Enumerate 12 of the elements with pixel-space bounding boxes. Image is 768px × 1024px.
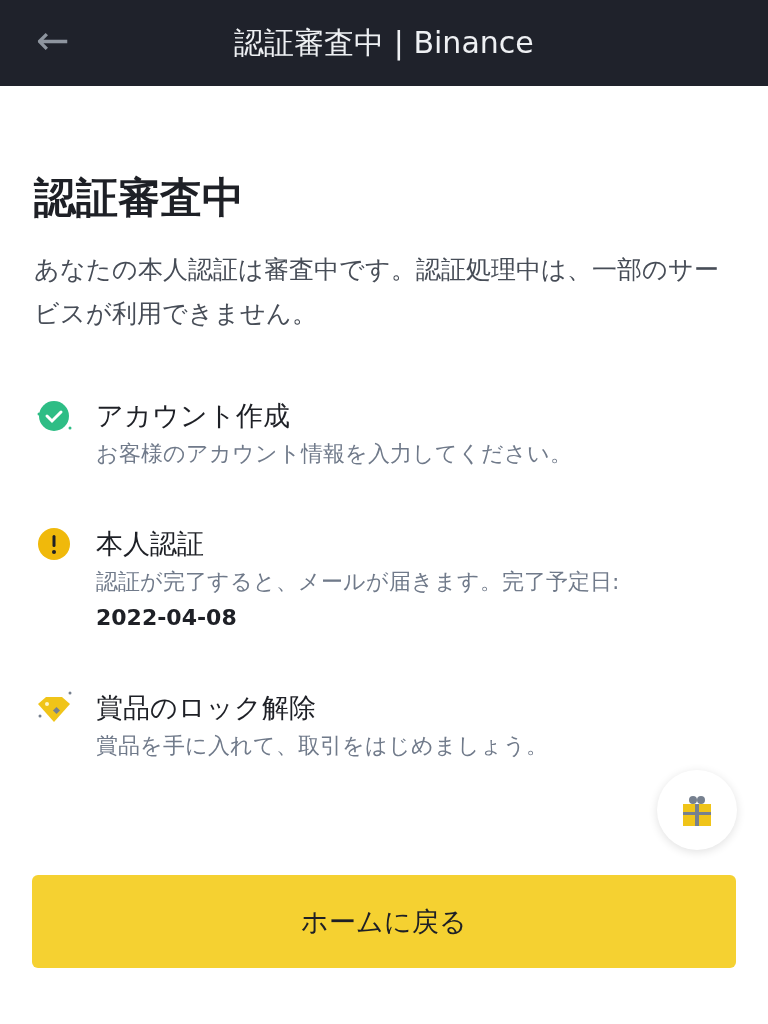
step-title: 賞品のロック解除 — [96, 691, 317, 725]
step-date: 2022-04-08 — [96, 604, 238, 632]
description: あなたの本人認証は審査中です。認証処理中は、一部のサービスが利用できません。 — [34, 254, 720, 330]
step-title: 本人認証 — [96, 527, 205, 561]
page-title: 認証審査中 — [34, 172, 245, 224]
step-title: アカウント作成 — [96, 399, 291, 433]
step-description: 賞品を手に入れて、取引をはじめましょう。 — [96, 732, 548, 760]
back-button[interactable]: ← — [36, 18, 70, 62]
header-title: 認証審査中 | Binance — [234, 23, 534, 63]
step-description: 認証が完了すると、メールが届きます。完了予定日: — [96, 568, 620, 596]
home-button[interactable]: ホームに戻る — [32, 875, 736, 968]
step-description: お客様のアカウント情報を入力してください。 — [96, 440, 572, 468]
